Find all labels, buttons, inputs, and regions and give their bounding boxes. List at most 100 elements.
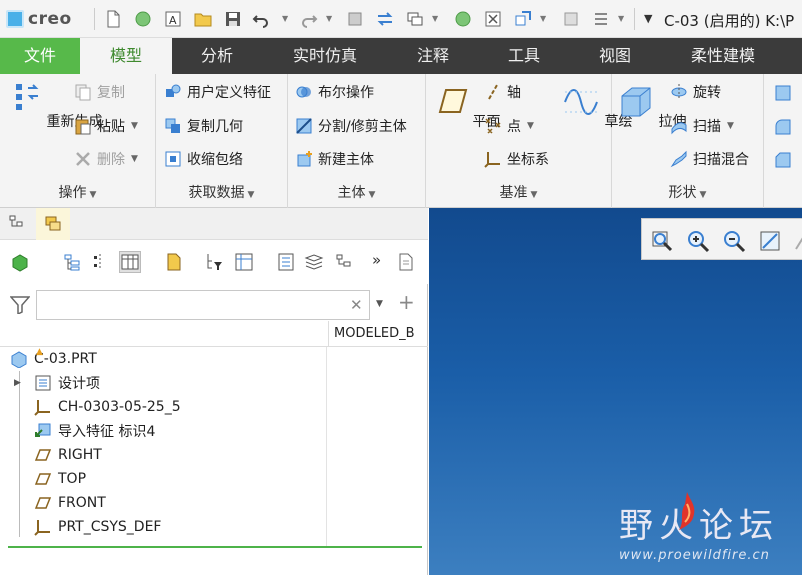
expand-arrow-icon[interactable]: ▶ — [14, 378, 24, 388]
clear-search-icon[interactable]: ✕ — [350, 296, 363, 314]
show-filter-icon[interactable] — [204, 252, 224, 272]
tree-item-root-part[interactable]: C-03.PRT ▲ — [0, 347, 326, 371]
group-body: 布尔操作 分割/修剪主体 新建主体 主体 ▼ — [288, 74, 426, 208]
paste-dropdown-icon[interactable]: ▼ — [131, 121, 138, 131]
graphics-viewport[interactable]: 野火论坛 www.proewildfire.cn — [429, 208, 802, 575]
udf-button[interactable]: 用户定义特征 — [164, 82, 271, 102]
status-icon[interactable] — [454, 10, 472, 28]
tree-search-input[interactable] — [36, 290, 370, 320]
datum-plane-button[interactable]: 平面 — [430, 82, 500, 131]
tree-filter-icon[interactable] — [62, 252, 82, 272]
tab-flexible-modeling[interactable]: 柔性建模 — [660, 38, 786, 74]
repaint-icon[interactable] — [758, 229, 782, 253]
tab-model[interactable]: 模型 — [80, 38, 172, 74]
search-options-dropdown-icon[interactable]: ▼ — [376, 299, 383, 309]
tab-file[interactable]: 文件 — [0, 38, 80, 74]
tab-layers[interactable] — [36, 208, 70, 240]
transform-dropdown-icon[interactable]: ▼ — [540, 14, 546, 23]
group-get-data-label[interactable]: 获取数据 ▼ — [156, 182, 287, 202]
tab-annotate[interactable]: 注释 — [388, 38, 478, 74]
revolve-button[interactable]: 旋转 — [670, 82, 721, 102]
switch-window-icon[interactable] — [376, 10, 394, 28]
revolve-icon — [671, 84, 687, 100]
zoom-in-icon[interactable] — [686, 229, 710, 253]
undo-icon[interactable] — [252, 10, 270, 28]
tree-item-design-items[interactable]: ▶ 设计项 — [0, 371, 326, 395]
transform-icon[interactable] — [514, 10, 532, 28]
tab-model-tree[interactable] — [0, 208, 34, 240]
swept-blend-button[interactable]: 扫描混合 — [670, 149, 749, 169]
paste-icon — [75, 119, 91, 135]
settings-table-icon[interactable] — [234, 252, 254, 272]
tree-item-right-plane[interactable]: RIGHT — [0, 443, 326, 467]
sweep-dropdown-icon[interactable]: ▼ — [727, 121, 734, 131]
copy-button[interactable]: 复制 — [74, 82, 125, 102]
datum-point-button[interactable]: 点 ▼ — [484, 116, 534, 136]
bookmark-icon[interactable] — [164, 252, 184, 272]
copy-geometry-button[interactable]: 复制几何 — [164, 116, 243, 136]
tab-tools[interactable]: 工具 — [478, 38, 570, 74]
group-operations-label[interactable]: 操作 ▼ — [0, 182, 155, 202]
regenerate-button[interactable]: 重新生成 — [4, 82, 102, 131]
hole-icon[interactable] — [774, 84, 792, 102]
list-icon[interactable] — [592, 10, 610, 28]
group-datum-label[interactable]: 基准 ▼ — [426, 182, 611, 202]
tree-item-front-plane[interactable]: FRONT — [0, 491, 326, 515]
model-tree-panel: » ✕ ▼ + MODELED_B C-03.PRT ▲ ▶ 设计项 CH-03… — [0, 208, 428, 575]
sweep-button[interactable]: 扫描 ▼ — [670, 116, 734, 136]
save-icon[interactable] — [224, 10, 242, 28]
sketch-button[interactable]: 草绘 — [562, 82, 632, 131]
list-dropdown-icon[interactable]: ▼ — [618, 14, 624, 23]
redo-dropdown-icon[interactable]: ▼ — [326, 14, 332, 23]
tree-item-import-feature[interactable]: 导入特征 标识4 — [0, 419, 326, 443]
expand-tree-icon[interactable] — [90, 252, 110, 272]
redo-icon[interactable] — [300, 10, 318, 28]
tab-view[interactable]: 视图 — [570, 38, 660, 74]
text-style-icon[interactable]: A — [164, 10, 182, 28]
open-folder-icon[interactable] — [194, 10, 212, 28]
delete-button[interactable]: 删除 ▼ — [74, 149, 138, 169]
tree-item-top-plane[interactable]: TOP — [0, 467, 326, 491]
extrude-button[interactable]: 拉伸 — [616, 82, 686, 131]
group-body-label[interactable]: 主体 ▼ — [288, 182, 425, 202]
regenerate-small-icon[interactable] — [346, 10, 364, 28]
round-icon[interactable] — [774, 118, 792, 136]
new-body-button[interactable]: 新建主体 — [295, 149, 374, 169]
chamfer-icon[interactable] — [774, 151, 792, 169]
group-shapes-label[interactable]: 形状 ▼ — [612, 182, 763, 202]
close-window-icon[interactable] — [484, 10, 502, 28]
session-icon[interactable] — [134, 10, 152, 28]
undo-dropdown-icon[interactable]: ▼ — [282, 14, 288, 23]
tab-live-simulation[interactable]: 实时仿真 — [262, 38, 388, 74]
refit-icon[interactable] — [650, 229, 674, 253]
zoom-out-icon[interactable] — [722, 229, 746, 253]
paste-button[interactable]: 粘贴 ▼ — [74, 116, 138, 136]
tree-item-prt-csys-def[interactable]: PRT_CSYS_DEF — [0, 515, 326, 539]
tree-item-csys-ch0303[interactable]: CH-0303-05-25_5 — [0, 395, 326, 419]
info-list-icon[interactable] — [276, 252, 296, 272]
column-header-modeled-by[interactable]: MODELED_B — [328, 321, 428, 347]
layer-stack-icon[interactable] — [304, 252, 324, 272]
view-more-icon[interactable] — [790, 229, 802, 253]
document-icon[interactable] — [396, 252, 416, 272]
split-trim-body-button[interactable]: 分割/修剪主体 — [295, 116, 407, 136]
column-display-icon[interactable] — [119, 251, 141, 273]
model-display-icon[interactable] — [562, 10, 580, 28]
windows-icon[interactable] — [406, 10, 424, 28]
more-tools-icon[interactable]: » — [372, 251, 381, 269]
customize-dropdown-icon[interactable]: ▼ — [644, 12, 652, 25]
tab-analysis[interactable]: 分析 — [172, 38, 262, 74]
insert-here-marker[interactable] — [8, 546, 422, 548]
new-file-icon[interactable] — [104, 10, 122, 28]
shrinkwrap-button[interactable]: 收缩包络 — [164, 149, 243, 169]
part-cube-icon[interactable] — [10, 252, 30, 272]
datum-csys-button[interactable]: 坐标系 — [484, 149, 549, 169]
add-filter-icon[interactable]: + — [398, 290, 415, 314]
boolean-button[interactable]: 布尔操作 — [295, 82, 374, 102]
hierarchy-icon[interactable] — [334, 252, 354, 272]
funnel-filter-icon[interactable] — [10, 296, 30, 314]
windows-dropdown-icon[interactable]: ▼ — [432, 14, 438, 23]
datum-axis-button[interactable]: 轴 — [484, 82, 521, 102]
point-dropdown-icon[interactable]: ▼ — [527, 121, 534, 131]
delete-dropdown-icon[interactable]: ▼ — [131, 154, 138, 164]
